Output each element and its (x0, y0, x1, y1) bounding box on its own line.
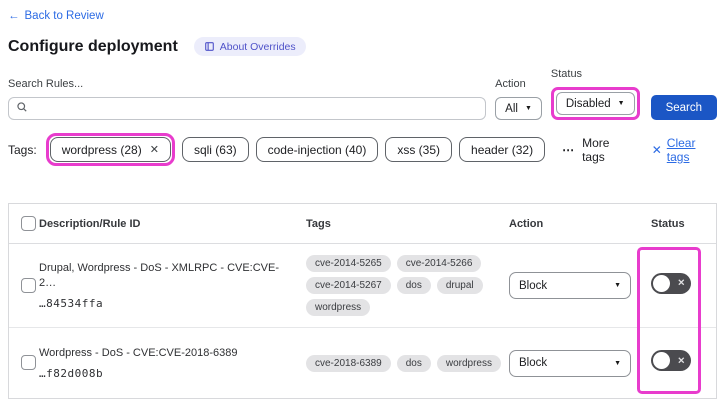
column-header-tags: Tags (306, 217, 331, 230)
rule-tag: dos (396, 277, 431, 294)
action-filter-col: Action All ▼ (495, 78, 542, 120)
tag-filter-code-injection[interactable]: code-injection (40) (255, 137, 379, 162)
rule-tag: drupal (436, 277, 483, 294)
chevron-down-icon: ▼ (524, 105, 532, 112)
rule-status-cell: ✕ (641, 350, 716, 376)
toggle-knob (653, 274, 670, 292)
ellipsis-icon: ⋯ (562, 142, 576, 157)
action-filter-select[interactable]: All ▼ (495, 97, 542, 120)
table-header-row: Description/Rule ID Tags Action Status (9, 204, 716, 244)
column-header-action: Action (509, 217, 544, 230)
rule-tag: cve-2014-5265 (306, 255, 391, 272)
status-toggle[interactable]: ✕ (651, 350, 691, 371)
action-select-value: Block (519, 357, 548, 369)
more-tags-button[interactable]: ⋯ More tags (562, 136, 631, 164)
rule-status-cell: ✕ (641, 272, 716, 299)
back-link-label: Back to Review (24, 10, 104, 22)
toggle-x-icon: ✕ (677, 277, 685, 288)
status-toggle[interactable]: ✕ (651, 272, 691, 294)
heading-row: Configure deployment About Overrides (8, 37, 717, 56)
action-filter-label: Action (495, 78, 526, 90)
action-select[interactable]: Block ▼ (509, 349, 631, 377)
tag-filter-xss[interactable]: xss (35) (385, 137, 453, 162)
search-button[interactable]: Search (650, 95, 717, 120)
rule-tags: cve-2018-6389 dos wordpress (301, 354, 501, 372)
tags-filter-bar: Tags: wordpress (28) ✕ sqli (63) code-in… (8, 133, 717, 166)
rule-action-cell: Block ▼ (501, 272, 641, 299)
search-input[interactable] (34, 101, 479, 116)
clear-tags-link[interactable]: ✕ Clear tags (652, 136, 717, 164)
rule-tags-cell: cve-2014-5265 cve-2014-5266 cve-2014-526… (301, 255, 501, 316)
more-tags-label: More tags (582, 135, 610, 164)
clear-tags-label: Clear tags (666, 135, 696, 164)
configure-deployment-page: ← Back to Review Configure deployment Ab… (0, 0, 725, 406)
about-overrides-badge[interactable]: About Overrides (193, 37, 306, 56)
rule-description: Drupal, Wordpress - DoS - XMLRPC - CVE:C… (39, 262, 280, 289)
chevron-down-icon: ▼ (614, 282, 621, 289)
status-filter-label: Status (550, 68, 583, 80)
rule-tags-cell: cve-2018-6389 dos wordpress (301, 354, 501, 372)
rule-tag: wordpress (436, 354, 501, 372)
chevron-down-icon: ▼ (617, 100, 625, 107)
tag-filter-wordpress[interactable]: wordpress (28) ✕ (49, 137, 171, 162)
table-row: Wordpress - DoS - CVE:CVE-2018-6389 …f82… (9, 328, 716, 398)
search-filter-row: Search Rules... Action All ▼ Status Disa… (8, 68, 717, 120)
status-filter-value: Disabled (565, 97, 611, 110)
rule-action-cell: Block ▼ (501, 349, 641, 377)
header-checkbox-cell (9, 215, 39, 233)
remove-tag-icon[interactable]: ✕ (150, 143, 159, 156)
status-filter-highlight: Disabled ▼ (550, 87, 640, 120)
select-all-checkbox[interactable] (21, 215, 36, 231)
rule-tag: dos (396, 354, 431, 372)
rule-tags: cve-2014-5265 cve-2014-5266 cve-2014-526… (301, 255, 501, 316)
tag-filter-wordpress-label: wordpress (28) (61, 142, 142, 157)
book-icon (204, 41, 215, 52)
tags-label: Tags: (8, 142, 37, 157)
toggle-x-icon: ✕ (677, 355, 685, 365)
tag-filter-sqli[interactable]: sqli (63) (181, 137, 249, 162)
rule-tag: cve-2014-5267 (306, 277, 391, 294)
search-rules-label: Search Rules... (8, 78, 84, 90)
row-checkbox-cell (9, 354, 39, 372)
rule-id: …f82d008b (39, 367, 104, 381)
clear-icon: ✕ (651, 142, 662, 157)
action-select[interactable]: Block ▼ (509, 272, 631, 299)
row-checkbox[interactable] (21, 277, 36, 293)
row-checkbox-cell (9, 277, 39, 295)
rule-id: …84534ffa (39, 296, 104, 310)
back-to-review-link[interactable]: ← Back to Review (8, 10, 104, 22)
badge-label: About Overrides (219, 40, 296, 53)
status-filter-select[interactable]: Disabled ▼ (555, 92, 635, 115)
search-col: Search Rules... (8, 78, 487, 120)
back-arrow-icon: ← (8, 10, 20, 22)
column-header-status: Status (651, 217, 685, 230)
column-header-description: Description/Rule ID (39, 217, 141, 230)
rules-table: Description/Rule ID Tags Action Status D… (8, 203, 717, 399)
search-icon (16, 100, 28, 118)
rule-description-cell: Wordpress - DoS - CVE:CVE-2018-6389 …f82… (39, 346, 301, 380)
rule-tag: cve-2014-5266 (396, 255, 482, 272)
tag-filter-header[interactable]: header (32) (459, 137, 546, 162)
search-input-wrap (8, 97, 487, 120)
action-select-value: Block (519, 279, 548, 292)
row-checkbox[interactable] (21, 355, 36, 371)
status-filter-col: Status Disabled ▼ (550, 68, 640, 120)
action-filter-value: All (505, 102, 518, 115)
rule-tag: cve-2018-6389 (306, 354, 391, 372)
rule-tag: wordpress (306, 299, 371, 316)
selected-tag-highlight: wordpress (28) ✕ (45, 133, 175, 166)
page-title: Configure deployment (8, 37, 178, 55)
rule-description-cell: Drupal, Wordpress - DoS - XMLRPC - CVE:C… (39, 261, 301, 310)
table-row: Drupal, Wordpress - DoS - XMLRPC - CVE:C… (9, 244, 716, 328)
chevron-down-icon: ▼ (614, 359, 621, 367)
rule-description: Wordpress - DoS - CVE:CVE-2018-6389 (39, 346, 238, 359)
toggle-knob (653, 352, 670, 369)
